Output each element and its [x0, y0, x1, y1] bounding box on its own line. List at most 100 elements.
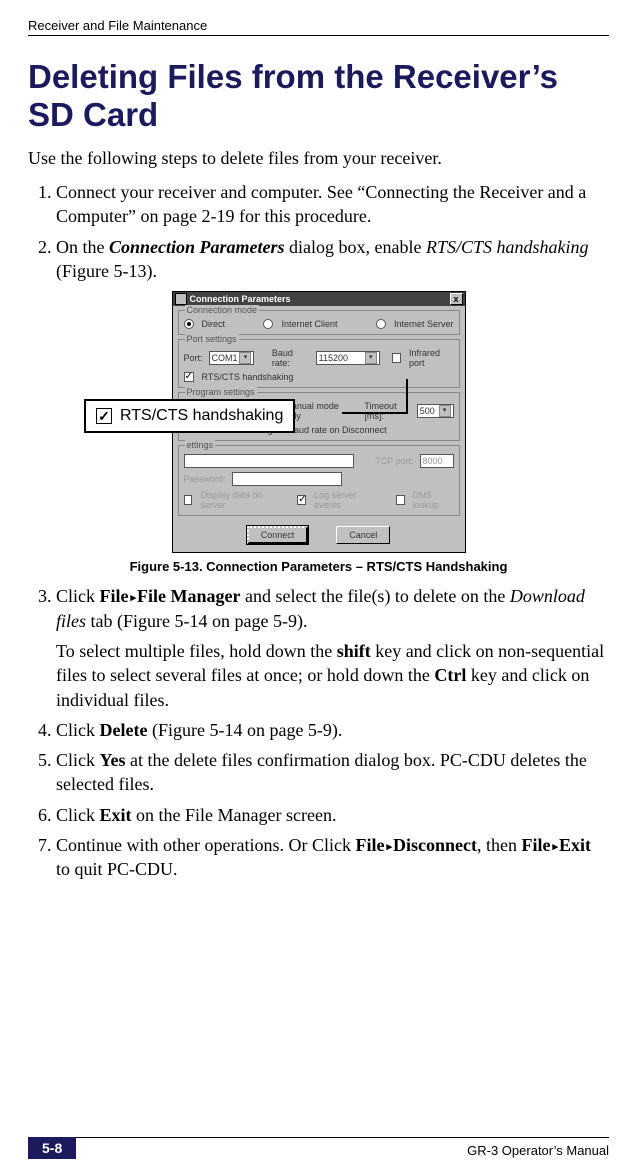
window-icon [175, 293, 187, 305]
page-number: 5-8 [28, 1137, 76, 1159]
step-3-sub-b2: Ctrl [434, 665, 466, 685]
step-4-b: Delete [100, 720, 148, 740]
group-port-settings: Port settings Port: COM1▾ Baud rate: 115… [178, 339, 460, 388]
steps-list-cont: Click File File Manager and select the fi… [28, 584, 609, 881]
label-port: Port: [184, 353, 203, 363]
step-7-b3: File [521, 835, 550, 855]
steps-list: Connect your receiver and computer. See … [28, 180, 609, 283]
intro-text: Use the following steps to delete files … [28, 146, 609, 170]
check-dns-lookup[interactable] [396, 495, 405, 505]
step-3-c: and select the file(s) to delete on the [241, 586, 510, 606]
checkbox-checked-icon: ✓ [96, 408, 112, 424]
legend-program-settings: Program settings [185, 387, 257, 397]
step-2-i: RTS/CTS handshaking [426, 237, 589, 257]
step-6: Click Exit on the File Manager screen. [56, 803, 609, 827]
close-icon[interactable]: x [450, 293, 463, 305]
combo-port[interactable]: COM1▾ [209, 351, 255, 365]
chevron-down-icon[interactable]: ▾ [239, 352, 251, 364]
running-header: Receiver and File Maintenance [28, 18, 609, 36]
legend-port-settings: Port settings [185, 334, 239, 344]
check-infrared[interactable] [392, 353, 401, 363]
group-connection-mode: Connection mode Direct Internet Client I… [178, 310, 460, 335]
step-4-a: Click [56, 720, 100, 740]
label-display-data: Display data on server [200, 490, 276, 510]
step-3-b2: File Manager [137, 586, 240, 606]
label-timeout: Timeout [ms]: [364, 401, 410, 421]
combo-port-value: COM1 [212, 353, 238, 363]
step-7-b1: File [355, 835, 384, 855]
label-internet-server: Internet Server [394, 319, 454, 329]
connection-parameters-dialog: Connection Parameters x Connection mode … [172, 291, 466, 553]
step-2-bi: Connection Parameters [109, 237, 285, 257]
step-3-b1: File [100, 586, 129, 606]
step-2-c: (Figure 5-13). [56, 261, 157, 281]
label-dns-lookup: DNS lookup [413, 490, 454, 510]
menu-arrow-icon [384, 835, 393, 855]
group-internet-settings: ettings TCP port: 8000 Password: Display… [178, 445, 460, 516]
step-7-d: to quit PC-CDU. [56, 859, 178, 879]
chevron-down-icon[interactable]: ▾ [365, 352, 377, 364]
label-infrared: Infrared port [409, 348, 454, 368]
chevron-down-icon[interactable]: ▾ [439, 405, 451, 417]
menu-arrow-icon [129, 586, 138, 606]
label-log-events: Log server events [314, 490, 375, 510]
check-rtscts[interactable] [184, 372, 194, 382]
connect-button[interactable]: Connect [247, 526, 309, 544]
tcp-port-value: 8000 [423, 456, 443, 466]
cancel-button[interactable]: Cancel [336, 526, 390, 544]
step-2-b: dialog box, enable [285, 237, 426, 257]
check-display-data[interactable] [184, 495, 193, 505]
menu-arrow-icon [550, 835, 559, 855]
section-name: Receiver and File Maintenance [28, 18, 207, 33]
password-input[interactable] [232, 472, 342, 486]
step-3-a: Click [56, 586, 100, 606]
step-1-text: Connect your receiver and computer. See … [56, 182, 586, 226]
dialog-title: Connection Parameters [190, 294, 291, 304]
check-manual[interactable] [268, 406, 277, 416]
step-7-b2: Disconnect [393, 835, 477, 855]
step-6-b: Exit [100, 805, 132, 825]
radio-internet-server[interactable] [376, 319, 386, 329]
step-6-a: Click [56, 805, 100, 825]
host-input[interactable] [184, 454, 354, 468]
step-5-b: Yes [100, 750, 126, 770]
combo-timeout[interactable]: 500 ▾ [417, 404, 454, 418]
radio-direct[interactable] [184, 319, 194, 329]
label-internet-client: Internet Client [281, 319, 337, 329]
step-5-a: Click [56, 750, 100, 770]
step-3-sub-b1: shift [337, 641, 371, 661]
step-4-c: (Figure 5-14 on page 5-9). [147, 720, 342, 740]
step-2: On the Connection Parameters dialog box,… [56, 235, 609, 284]
manual-name: GR-3 Operator’s Manual [467, 1140, 609, 1158]
group-program-settings: Program settings Passive mode Manual mod… [178, 392, 460, 441]
dialog-titlebar[interactable]: Connection Parameters x [173, 292, 465, 306]
check-passive[interactable] [184, 406, 193, 416]
combo-timeout-value: 500 [420, 406, 435, 416]
label-password: Password: [184, 474, 226, 484]
radio-internet-client[interactable] [263, 319, 273, 329]
combo-baud[interactable]: 115200 ▾ [316, 351, 380, 365]
step-6-c: on the File Manager screen. [132, 805, 337, 825]
tcp-port-input[interactable]: 8000 [420, 454, 454, 468]
step-7-a: Continue with other operations. Or Click [56, 835, 355, 855]
page-footer: 5-8 GR-3 Operator’s Manual [0, 1137, 637, 1159]
label-passive: Passive mode [200, 401, 248, 421]
combo-baud-value: 115200 [319, 353, 348, 363]
label-direct: Direct [202, 319, 226, 329]
legend-internet-settings: ettings [185, 440, 216, 450]
legend-connection-mode: Connection mode [185, 305, 260, 315]
page-title: Deleting Files from the Receiver’s SD Ca… [28, 58, 609, 134]
step-7: Continue with other operations. Or Click… [56, 833, 609, 882]
label-manual: Manual mode only [284, 401, 347, 421]
figure-caption: Figure 5-13. Connection Parameters – RTS… [28, 559, 609, 574]
step-3-sub-a: To select multiple files, hold down the [56, 641, 337, 661]
check-log-events[interactable] [297, 495, 306, 505]
step-4: Click Delete (Figure 5-14 on page 5-9). [56, 718, 609, 742]
step-3-d: tab (Figure 5-14 on page 5-9). [86, 611, 307, 631]
step-3-sub: To select multiple files, hold down the … [56, 639, 609, 712]
dialog-buttons: Connect Cancel [173, 520, 465, 552]
step-7-c: , then [477, 835, 522, 855]
step-5-c: at the delete files confirmation dialog … [56, 750, 587, 794]
label-restore-baud: original baud rate on Disconnect [258, 425, 387, 435]
step-2-a: On the [56, 237, 109, 257]
